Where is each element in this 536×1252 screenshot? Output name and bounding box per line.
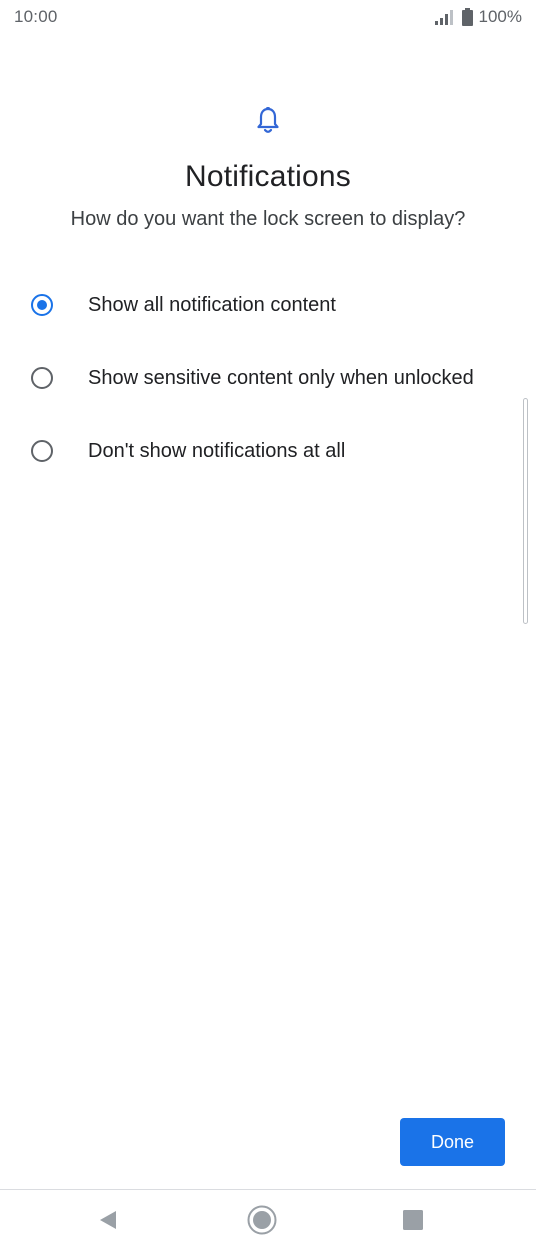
- scrollbar[interactable]: [523, 398, 528, 624]
- option-sensitive-when-unlocked[interactable]: Show sensitive content only when unlocke…: [0, 348, 510, 412]
- radio-button[interactable]: [31, 367, 53, 389]
- done-button[interactable]: Done: [400, 1118, 505, 1166]
- recents-icon[interactable]: [395, 1202, 431, 1238]
- battery-icon: [461, 8, 473, 26]
- radio-button-selected[interactable]: [31, 294, 53, 316]
- page-title: Notifications: [184, 160, 351, 193]
- battery-percent: 100%: [478, 7, 522, 26]
- status-bar: 10:00 100%: [0, 0, 536, 36]
- option-label: Don't show notifications at all: [88, 440, 346, 462]
- signal-icon: [434, 8, 456, 26]
- radio-button[interactable]: [31, 440, 53, 462]
- screen: 10:00 100% Notifications How do you want…: [0, 0, 536, 1252]
- bell-icon: [255, 106, 281, 134]
- option-dont-show[interactable]: Don't show notifications at all: [0, 421, 510, 485]
- option-label: Show all notification content: [88, 294, 336, 316]
- home-icon[interactable]: [244, 1202, 280, 1238]
- nav-bar: [0, 1190, 536, 1252]
- option-label: Show sensitive content only when unlocke…: [88, 367, 474, 389]
- back-icon[interactable]: [90, 1202, 126, 1238]
- option-show-all[interactable]: Show all notification content: [0, 275, 510, 339]
- status-right: 100%: [434, 6, 522, 28]
- page-subtitle: How do you want the lock screen to displ…: [70, 208, 466, 230]
- status-time: 10:00: [14, 7, 58, 26]
